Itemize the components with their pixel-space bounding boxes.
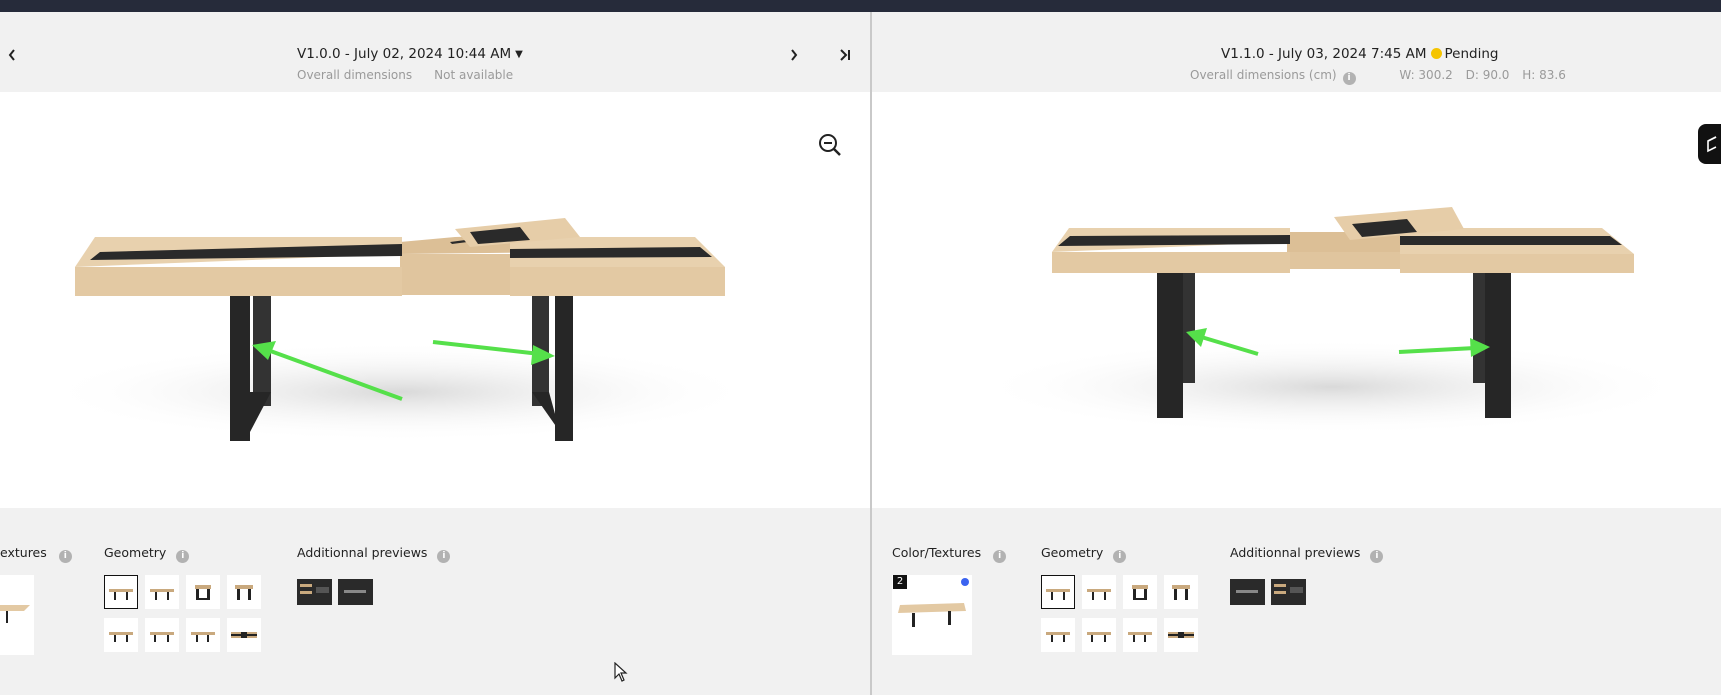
info-icon[interactable]: i: [437, 550, 451, 563]
left-3d-viewer[interactable]: [0, 92, 870, 508]
zoom-out-button[interactable]: [817, 132, 843, 158]
chevron-right-icon: [791, 49, 798, 61]
table-angle-icon: [191, 632, 215, 642]
right-geometry-thumb-5[interactable]: [1041, 618, 1075, 652]
left-color-textures-label: extures i: [0, 545, 72, 563]
info-icon[interactable]: i: [176, 550, 190, 563]
right-preview-thumb-1[interactable]: [1230, 579, 1265, 605]
right-version-label: V1.1.0 - July 03, 2024 7:45 AM: [1221, 46, 1427, 62]
right-dimensions: Overall dimensions (cm) i W: 300.2 D: 90.…: [1190, 68, 1566, 85]
left-preview-thumb-1[interactable]: [297, 579, 332, 605]
left-geometry-thumb-8[interactable]: [227, 618, 261, 652]
last-version-button[interactable]: [838, 48, 852, 62]
table-front-icon: [1046, 589, 1070, 600]
info-icon[interactable]: i: [1370, 550, 1384, 563]
right-geometry-thumb-1[interactable]: [1041, 575, 1075, 609]
table-angle-icon: [109, 632, 133, 642]
table-front-icon: [1087, 589, 1111, 600]
right-additional-previews-label: Additionnal previews i: [1230, 545, 1384, 563]
table-side-icon: [1132, 585, 1148, 600]
status-dot: [1430, 48, 1442, 59]
3d-view-button[interactable]: [1698, 124, 1721, 164]
table-side-icon: [1172, 585, 1190, 600]
skip-to-end-icon: [840, 49, 850, 61]
right-geometry-thumb-8[interactable]: [1164, 618, 1198, 652]
right-geometry-label: Geometry i: [1041, 545, 1127, 563]
left-version-pane: V1.0.0 - July 02, 2024 10:44 AM ▼ Overall…: [0, 12, 870, 695]
right-texture-card[interactable]: 2: [892, 575, 972, 655]
right-geometry-thumb-4[interactable]: [1164, 575, 1198, 609]
table-front-icon: [109, 589, 133, 600]
right-geometry-thumb-6[interactable]: [1082, 618, 1116, 652]
next-version-button[interactable]: [789, 48, 799, 62]
left-dimensions-label: Overall dimensions: [297, 68, 413, 82]
chevron-left-icon: [8, 49, 15, 61]
info-icon[interactable]: i: [993, 550, 1007, 563]
right-3d-viewer[interactable]: [872, 92, 1721, 508]
left-dimensions-value: Not available: [434, 68, 514, 82]
left-geometry-thumb-1[interactable]: [104, 575, 138, 609]
left-geometry-thumb-3[interactable]: [186, 575, 220, 609]
right-dimensions-label: Overall dimensions (cm): [1190, 68, 1337, 82]
left-dimensions: Overall dimensions Not available: [297, 68, 535, 82]
right-version-pane: V1.1.0 - July 03, 2024 7:45 AM Pending Ov…: [872, 12, 1721, 695]
table-angle-icon: [1128, 632, 1152, 642]
preview-image-icon: [1236, 590, 1258, 593]
right-geometry-thumb-7[interactable]: [1123, 618, 1157, 652]
table-angle-icon: [150, 632, 174, 642]
previous-version-button[interactable]: [7, 48, 17, 62]
cube-icon: [1707, 136, 1717, 153]
new-indicator-dot: [961, 578, 969, 586]
zoom-out-icon: [819, 134, 841, 156]
info-icon[interactable]: i: [58, 550, 72, 563]
info-icon[interactable]: i: [1342, 72, 1356, 85]
left-geometry-label: Geometry i: [104, 545, 190, 563]
table-angle-icon: [1046, 632, 1070, 642]
left-texture-thumb[interactable]: [0, 575, 34, 655]
left-table-render: [40, 218, 760, 442]
info-icon[interactable]: i: [1113, 550, 1127, 563]
texture-count-badge: 2: [893, 575, 907, 589]
width-value: W: 300.2: [1399, 68, 1453, 82]
height-value: H: 83.6: [1522, 68, 1566, 82]
right-color-textures-label: Color/Textures i: [892, 545, 1007, 563]
right-geometry-thumb-3[interactable]: [1123, 575, 1157, 609]
left-preview-thumb-2[interactable]: [338, 579, 373, 605]
table-thumbnail-icon: [0, 605, 30, 623]
left-version-selector[interactable]: V1.0.0 - July 02, 2024 10:44 AM ▼: [297, 46, 523, 62]
preview-image-icon: [300, 584, 329, 594]
right-preview-thumb-2[interactable]: [1271, 579, 1306, 605]
preview-image-icon: [1274, 584, 1303, 594]
left-geometry-thumb-4[interactable]: [227, 575, 261, 609]
right-geometry-thumb-2[interactable]: [1082, 575, 1116, 609]
mouse-cursor-icon: [614, 662, 628, 682]
table-side-icon: [235, 585, 253, 600]
status-badge: Pending: [1444, 46, 1499, 62]
left-geometry-thumb-5[interactable]: [104, 618, 138, 652]
table-front-icon: [150, 589, 174, 600]
table-side-icon: [195, 585, 211, 600]
chevron-down-icon: ▼: [515, 49, 523, 60]
left-additional-previews-label: Additionnal previews i: [297, 545, 451, 563]
left-geometry-thumb-7[interactable]: [186, 618, 220, 652]
left-geometry-thumb-6[interactable]: [145, 618, 179, 652]
preview-image-icon: [344, 590, 366, 593]
right-version-header: V1.1.0 - July 03, 2024 7:45 AM Pending: [1221, 46, 1498, 62]
table-top-icon: [1168, 632, 1194, 638]
table-top-icon: [231, 632, 257, 638]
left-geometry-thumb-2[interactable]: [145, 575, 179, 609]
depth-value: D: 90.0: [1465, 68, 1510, 82]
right-table-render: [972, 207, 1692, 435]
left-version-label: V1.0.0 - July 02, 2024 10:44 AM: [297, 46, 512, 62]
top-bar: [0, 0, 1721, 12]
table-angle-icon: [1087, 632, 1111, 642]
